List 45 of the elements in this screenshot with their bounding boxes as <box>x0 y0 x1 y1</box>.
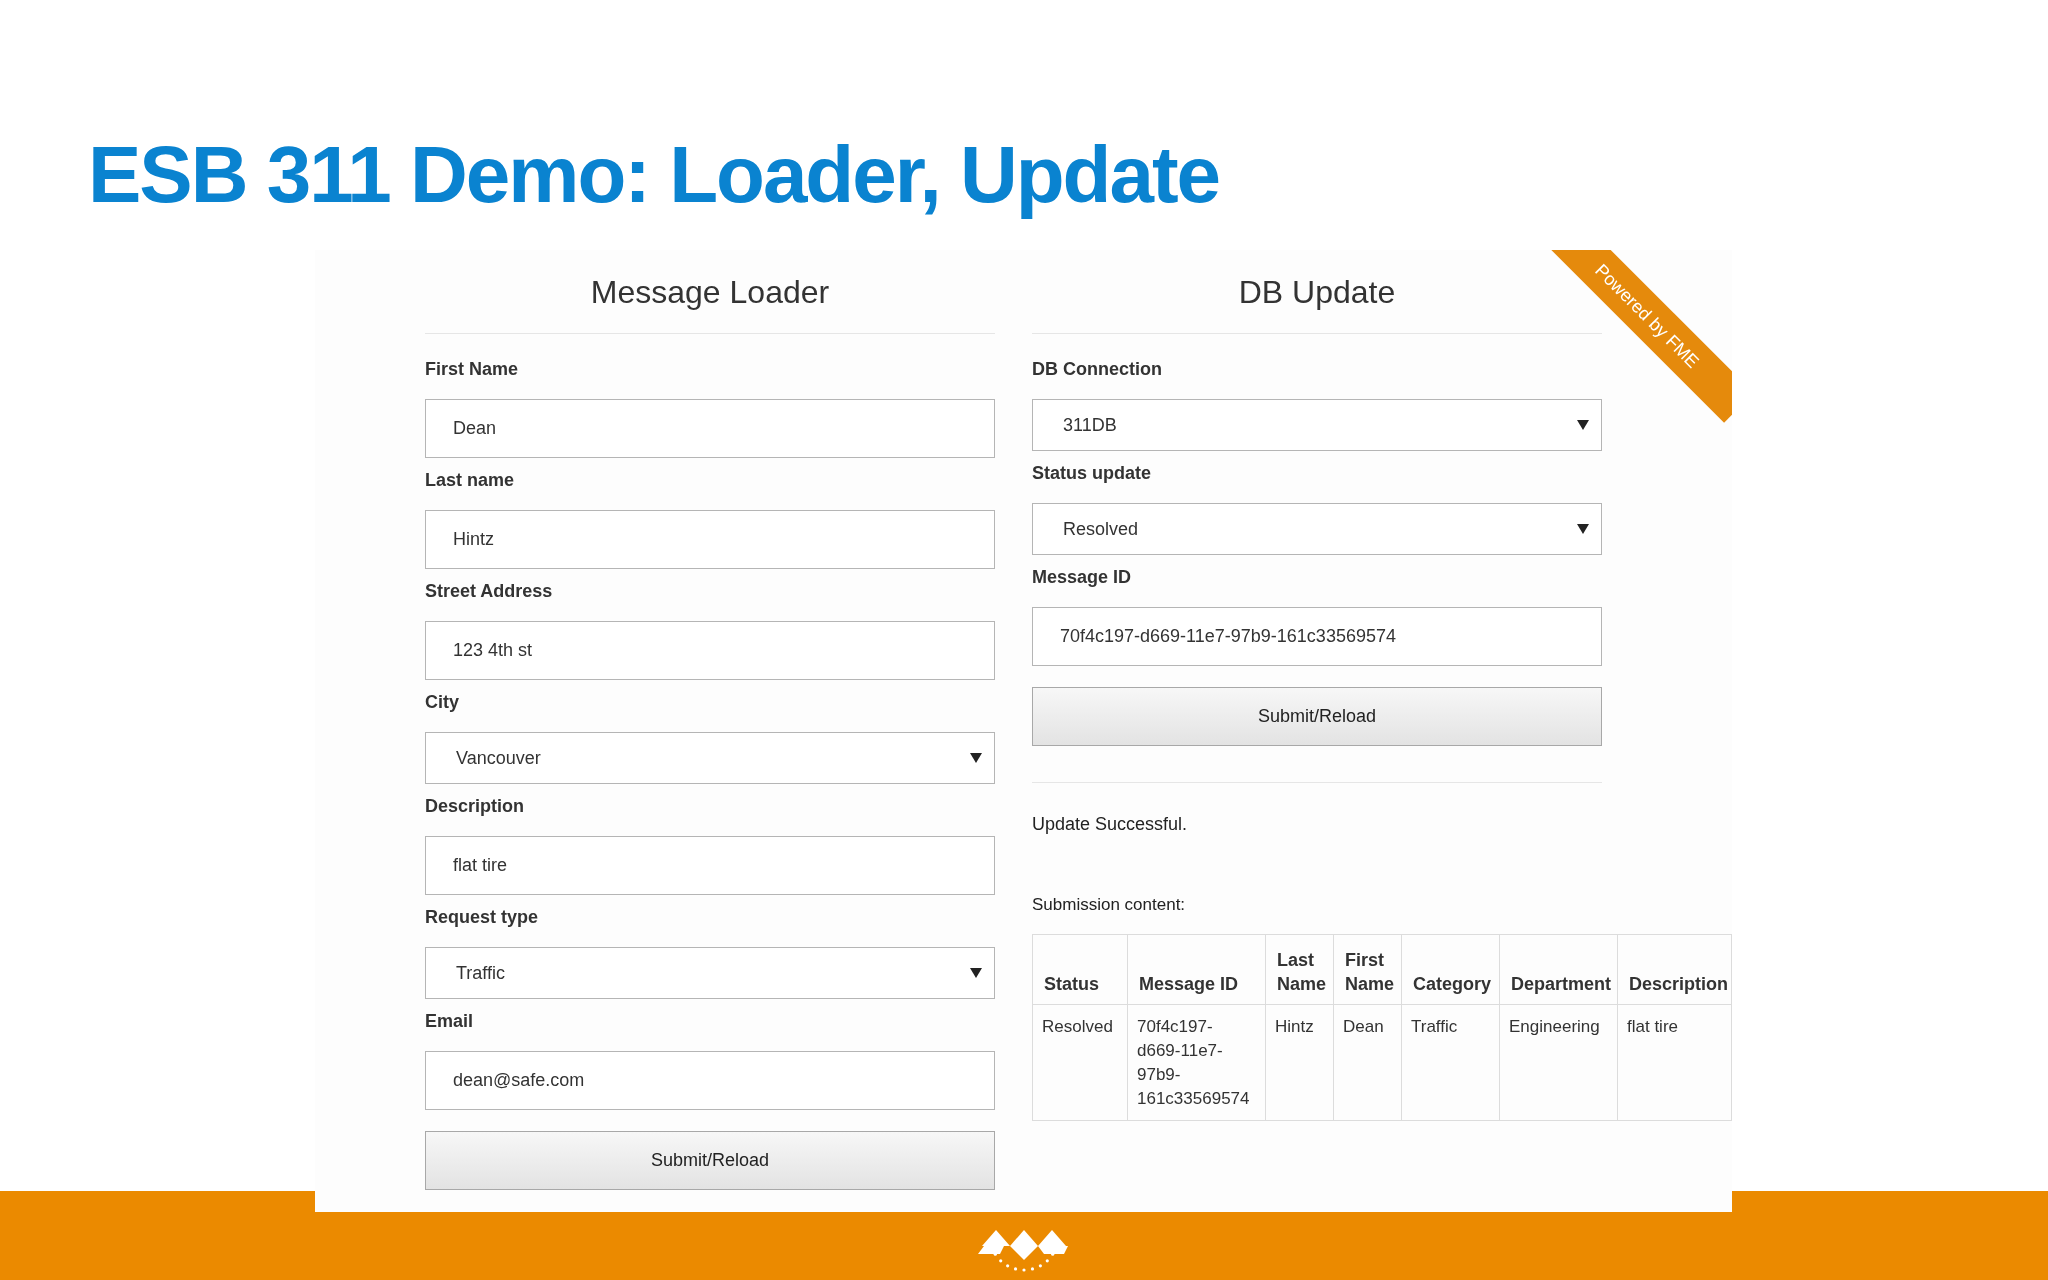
select-value: Traffic <box>456 961 505 985</box>
table-cell: flat tire <box>1627 1016 1679 1036</box>
input-field[interactable]: dean@safe.com <box>425 1051 995 1110</box>
input-field[interactable]: Hintz <box>425 510 995 569</box>
submit-button[interactable]: Submit/Reload <box>1032 687 1602 746</box>
input-field[interactable]: 70f4c197-d669-11e7-97b9-161c33569574 <box>1032 607 1602 666</box>
select-field[interactable]: Traffic <box>425 947 995 999</box>
column-header: First Name <box>1345 949 1395 994</box>
column-header: Category <box>1413 973 1492 994</box>
select-value: Resolved <box>1063 517 1139 541</box>
column-header: Message ID <box>1139 973 1239 994</box>
submission-label: Submission content: <box>1032 894 1187 916</box>
field-label: Request type <box>425 906 540 928</box>
table-cell: 70f4c197-d669-11e7-97b9-161c33569574 <box>1137 1016 1250 1108</box>
field-label: Status update <box>1032 462 1152 484</box>
table-cell: Resolved <box>1042 1016 1113 1036</box>
slide-title: ESB 311 Demo: Loader, Update <box>88 130 1221 220</box>
table-cell: Traffic <box>1411 1016 1458 1036</box>
submit-button[interactable]: Submit/Reload <box>425 1131 995 1190</box>
column-header: Last Name <box>1277 949 1327 994</box>
column-header: Department <box>1511 973 1612 994</box>
table-cell: Dean <box>1343 1016 1384 1036</box>
field-label: Message ID <box>1032 566 1133 588</box>
input-field[interactable]: flat tire <box>425 836 995 895</box>
field-label: Last name <box>425 469 516 491</box>
field-label: First Name <box>425 358 520 380</box>
field-label: Email <box>425 1010 475 1032</box>
table-cell: Engineering <box>1509 1016 1600 1036</box>
field-label: City <box>425 691 460 713</box>
column-header: Status <box>1044 973 1099 994</box>
field-label: Street Address <box>425 580 554 602</box>
column-header: Description <box>1629 973 1729 994</box>
input-field[interactable]: Dean <box>425 399 995 458</box>
select-field[interactable]: 311DB <box>1032 399 1602 451</box>
status-message: Update Successful. <box>1032 813 1189 836</box>
select-value: 311DB <box>1063 413 1117 437</box>
section-heading: DB Update <box>1238 272 1396 312</box>
select-value: Vancouver <box>456 746 541 770</box>
table-cell: Hintz <box>1275 1016 1314 1036</box>
section-heading: Message Loader <box>590 272 830 312</box>
select-field[interactable]: Resolved <box>1032 503 1602 555</box>
select-field[interactable]: Vancouver <box>425 732 995 784</box>
input-field[interactable]: 123 4th st <box>425 621 995 680</box>
field-label: Description <box>425 795 526 817</box>
field-label: DB Connection <box>1032 358 1163 380</box>
